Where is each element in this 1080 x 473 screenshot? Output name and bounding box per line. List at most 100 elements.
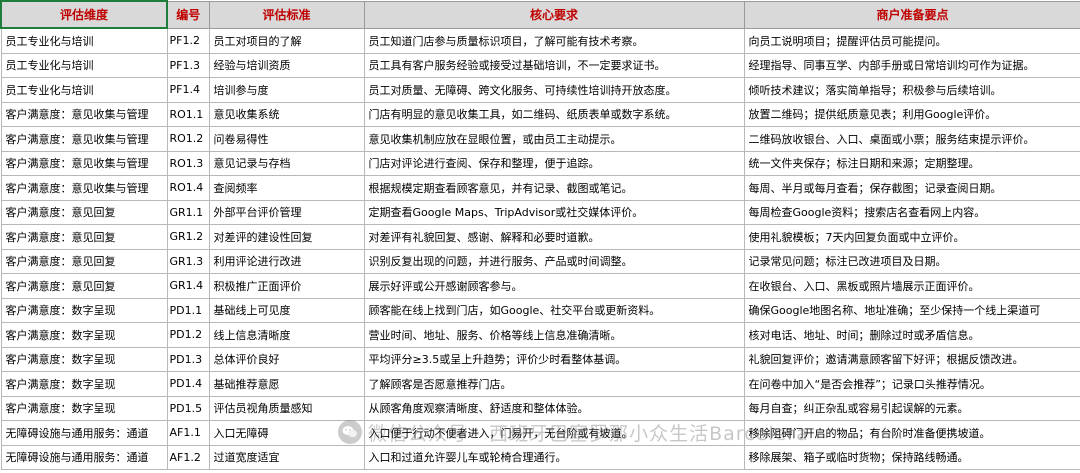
cell-dimension[interactable]: 客户满意度：意见回复 [0,224,168,250]
cell-dimension[interactable]: 客户满意度：意见收集与管理 [0,150,168,176]
cell-dimension[interactable]: 员工专业化与培训 [0,52,168,78]
cell-preparation[interactable]: 在收银台、入口、黑板或照片墙展示正面评价。 [743,273,1080,299]
cell-code[interactable]: GR1.1 [166,199,210,225]
cell-code[interactable]: GR1.4 [166,273,210,299]
cell-dimension[interactable]: 客户满意度：意见回复 [0,248,168,274]
cell-dimension[interactable]: 员工专业化与培训 [0,27,168,54]
cell-preparation[interactable]: 每周检查Google资料；搜索店名查看网上内容。 [743,199,1080,225]
cell-requirement[interactable]: 入口和过道允许婴儿车或轮椅合理通行。 [363,444,745,470]
cell-standard[interactable]: 意见收集系统 [208,101,365,127]
cell-requirement[interactable]: 营业时间、地址、服务、价格等线上信息准确清晰。 [363,322,745,348]
table-row[interactable]: 客户满意度：意见回复 GR1.3 利用评论进行改进 识别反复出现的问题，并进行服务、产… [0,248,1080,274]
cell-code[interactable]: AF1.1 [166,420,210,446]
table-row[interactable]: 无障碍设施与通用服务：通道 AF1.2 过道宽度适宜 入口和过道允许婴儿车或轮椅合理通… [0,444,1080,470]
cell-code[interactable]: PD1.5 [166,395,210,421]
cell-standard[interactable]: 培训参与度 [208,77,365,103]
cell-requirement[interactable]: 门店有明显的意见收集工具，如二维码、纸质表单或数字系统。 [363,101,745,127]
table-row[interactable]: 客户满意度：数字呈现 PD1.1 基础线上可见度 顾客能在线上找到门店，如Google… [0,297,1080,323]
table-row[interactable]: 客户满意度：意见收集与管理 RO1.2 问卷易得性 意见收集机制应放在显眼位置，或由员… [0,126,1080,152]
cell-preparation[interactable]: 经理指导、同事互学、内部手册或日常培训均可作为证据。 [743,52,1080,78]
cell-dimension[interactable]: 客户满意度：数字呈现 [0,297,168,323]
table-row[interactable]: 客户满意度：意见收集与管理 RO1.3 意见记录与存档 门店对评论进行查阅、保存和整理… [0,150,1080,176]
header-requirement[interactable]: 核心要求 [363,0,745,29]
cell-requirement[interactable]: 定期查看Google Maps、TripAdvisor或社交媒体评价。 [363,199,745,225]
cell-code[interactable]: RO1.3 [166,150,210,176]
cell-dimension[interactable]: 客户满意度：数字呈现 [0,322,168,348]
cell-standard[interactable]: 对差评的建设性回复 [208,224,365,250]
cell-preparation[interactable]: 放置二维码；提供纸质意见表；利用Google评价。 [743,101,1080,127]
cell-standard[interactable]: 过道宽度适宜 [208,444,365,470]
cell-requirement[interactable]: 顾客能在线上找到门店，如Google、社交平台或更新资料。 [363,297,745,323]
cell-standard[interactable]: 利用评论进行改进 [208,248,365,274]
cell-standard[interactable]: 积极推广正面评价 [208,273,365,299]
table-row[interactable]: 无障碍设施与通用服务：通道 AF1.1 入口无障碍 入口便于行动不便者进入，门易开，无… [0,420,1080,446]
cell-dimension[interactable]: 客户满意度：意见收集与管理 [0,126,168,152]
table-row[interactable]: 客户满意度：意见收集与管理 RO1.4 查阅频率 根据规模定期查看顾客意见，并有记录、… [0,175,1080,201]
table-row[interactable]: 员工专业化与培训 PF1.4 培训参与度 员工对质量、无障碍、跨文化服务、可持续性培训… [0,77,1080,103]
cell-requirement[interactable]: 了解顾客是否愿意推荐门店。 [363,371,745,397]
header-dimension[interactable]: 评估维度 [0,0,168,29]
cell-requirement[interactable]: 展示好评或公开感谢顾客参与。 [363,273,745,299]
cell-requirement[interactable]: 平均评分≥3.5或呈上升趋势；评价少时看整体基调。 [363,346,745,372]
header-preparation[interactable]: 商户准备要点 [743,0,1080,29]
table-row[interactable]: 员工专业化与培训 PF1.2 员工对项目的了解 员工知道门店参与质量标识项目，了解可能… [0,27,1080,54]
table-row[interactable]: 客户满意度：意见回复 GR1.1 外部平台评价管理 定期查看Google Maps、T… [0,199,1080,225]
table-row[interactable]: 客户满意度：意见回复 GR1.2 对差评的建设性回复 对差评有礼貌回复、感谢、解释和必… [0,224,1080,250]
cell-preparation[interactable]: 礼貌回复评价；邀请满意顾客留下好评；根据反馈改进。 [743,346,1080,372]
cell-standard[interactable]: 基础推荐意愿 [208,371,365,397]
cell-preparation[interactable]: 每周、半月或每月查看；保存截图；记录查阅日期。 [743,175,1080,201]
cell-standard[interactable]: 评估员视角质量感知 [208,395,365,421]
cell-code[interactable]: PF1.2 [166,27,210,54]
cell-preparation[interactable]: 使用礼貌模板；7天内回复负面或中立评价。 [743,224,1080,250]
cell-dimension[interactable]: 客户满意度：意见收集与管理 [0,175,168,201]
cell-code[interactable]: GR1.3 [166,248,210,274]
cell-preparation[interactable]: 在问卷中加入“是否会推荐”；记录口头推荐情况。 [743,371,1080,397]
cell-code[interactable]: PD1.3 [166,346,210,372]
table-row[interactable]: 员工专业化与培训 PF1.3 经验与培训资质 员工具有客户服务经验或接受过基础培训，不… [0,52,1080,78]
cell-requirement[interactable]: 门店对评论进行查阅、保存和整理，便于追踪。 [363,150,745,176]
cell-requirement[interactable]: 从顾客角度观察清晰度、舒适度和整体体验。 [363,395,745,421]
cell-preparation[interactable]: 二维码放收银台、入口、桌面或小票；服务结束提示评价。 [743,126,1080,152]
table-row[interactable]: 客户满意度：意见回复 GR1.4 积极推广正面评价 展示好评或公开感谢顾客参与。 在收银… [0,273,1080,299]
cell-standard[interactable]: 经验与培训资质 [208,52,365,78]
cell-code[interactable]: PD1.1 [166,297,210,323]
cell-preparation[interactable]: 向员工说明项目；提醒评估员可能提问。 [743,27,1080,54]
cell-standard[interactable]: 入口无障碍 [208,420,365,446]
cell-standard[interactable]: 总体评价良好 [208,346,365,372]
cell-dimension[interactable]: 客户满意度：数字呈现 [0,346,168,372]
cell-dimension[interactable]: 员工专业化与培训 [0,77,168,103]
cell-code[interactable]: RO1.4 [166,175,210,201]
cell-requirement[interactable]: 识别反复出现的问题，并进行服务、产品或时间调整。 [363,248,745,274]
cell-code[interactable]: RO1.2 [166,126,210,152]
cell-preparation[interactable]: 记录常见问题；标注已改进项目及日期。 [743,248,1080,274]
cell-preparation[interactable]: 每月自查；纠正杂乱或容易引起误解的元素。 [743,395,1080,421]
table-row[interactable]: 客户满意度：数字呈现 PD1.2 线上信息清晰度 营业时间、地址、服务、价格等线上信息… [0,322,1080,348]
cell-standard[interactable]: 员工对项目的了解 [208,27,365,54]
cell-code[interactable]: RO1.1 [166,101,210,127]
cell-standard[interactable]: 基础线上可见度 [208,297,365,323]
cell-preparation[interactable]: 移除阻碍门开启的物品；有台阶时准备便携坡道。 [743,420,1080,446]
cell-requirement[interactable]: 员工知道门店参与质量标识项目，了解可能有技术考察。 [363,27,745,54]
cell-code[interactable]: PF1.3 [166,52,210,78]
table-row[interactable]: 客户满意度：数字呈现 PD1.3 总体评价良好 平均评分≥3.5或呈上升趋势；评价少时… [0,346,1080,372]
cell-preparation[interactable]: 确保Google地图名称、地址准确；至少保持一个线上渠道可 [743,297,1080,323]
cell-dimension[interactable]: 客户满意度：意见回复 [0,199,168,225]
cell-dimension[interactable]: 客户满意度：数字呈现 [0,395,168,421]
cell-dimension[interactable]: 无障碍设施与通用服务：通道 [0,420,168,446]
cell-code[interactable]: AF1.2 [166,444,210,470]
cell-preparation[interactable]: 倾听技术建议；落实简单指导；积极参与后续培训。 [743,77,1080,103]
cell-dimension[interactable]: 客户满意度：数字呈现 [0,371,168,397]
cell-code[interactable]: PD1.2 [166,322,210,348]
cell-dimension[interactable]: 客户满意度：意见收集与管理 [0,101,168,127]
header-code[interactable]: 编号 [166,0,210,29]
cell-preparation[interactable]: 统一文件夹保存；标注日期和来源；定期整理。 [743,150,1080,176]
cell-dimension[interactable]: 无障碍设施与通用服务：通道 [0,444,168,470]
cell-code[interactable]: GR1.2 [166,224,210,250]
cell-preparation[interactable]: 移除展架、箱子或临时货物；保持路线畅通。 [743,444,1080,470]
cell-standard[interactable]: 外部平台评价管理 [208,199,365,225]
cell-dimension[interactable]: 客户满意度：意见回复 [0,273,168,299]
cell-requirement[interactable]: 对差评有礼貌回复、感谢、解释和必要时道歉。 [363,224,745,250]
header-standard[interactable]: 评估标准 [208,0,365,29]
cell-requirement[interactable]: 员工对质量、无障碍、跨文化服务、可持续性培训持开放态度。 [363,77,745,103]
cell-requirement[interactable]: 入口便于行动不便者进入，门易开，无台阶或有坡道。 [363,420,745,446]
